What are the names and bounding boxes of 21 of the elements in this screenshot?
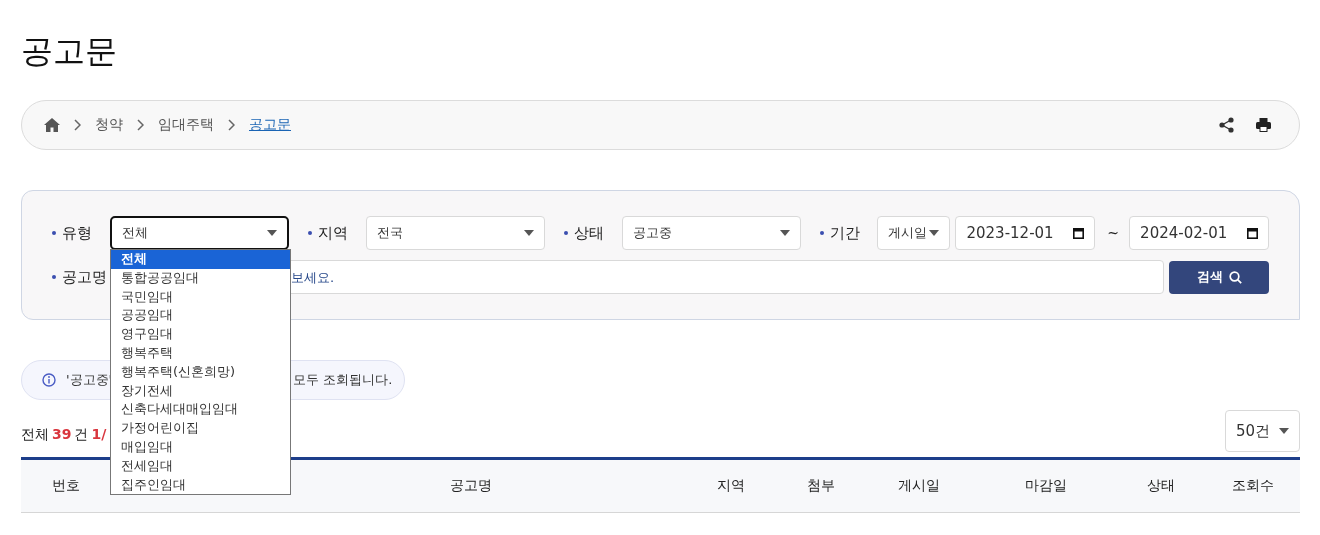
count-unit: 건 [74, 426, 89, 444]
page-indicator: 1/ [91, 426, 107, 442]
column-header: 지역 [717, 477, 745, 495]
notice-text: '공고중' [66, 372, 113, 387]
column-header: 게시일 [897, 477, 940, 495]
column-header: 마감일 [1025, 477, 1067, 495]
column-header: 공고명 [450, 477, 492, 495]
column-header: 번호 [52, 477, 80, 495]
range-separator: ~ [1107, 225, 1120, 241]
column-header: 상태 [1147, 477, 1175, 495]
filter-label: 유형 [52, 223, 110, 243]
notice-text: 모두 조회됩니다. [293, 371, 393, 389]
column-header: 조회수 [1232, 477, 1274, 495]
total-count: 39 [52, 426, 72, 442]
column-header: 첨부 [807, 477, 835, 495]
filter-label: 기간 [819, 223, 878, 243]
filter-label: 공고명 [52, 267, 110, 287]
total-label: 전체 [21, 426, 49, 444]
filter-label: 지역 [307, 223, 366, 243]
page-title: 공고문 [21, 31, 118, 72]
filter-label: 상태 [563, 223, 622, 243]
